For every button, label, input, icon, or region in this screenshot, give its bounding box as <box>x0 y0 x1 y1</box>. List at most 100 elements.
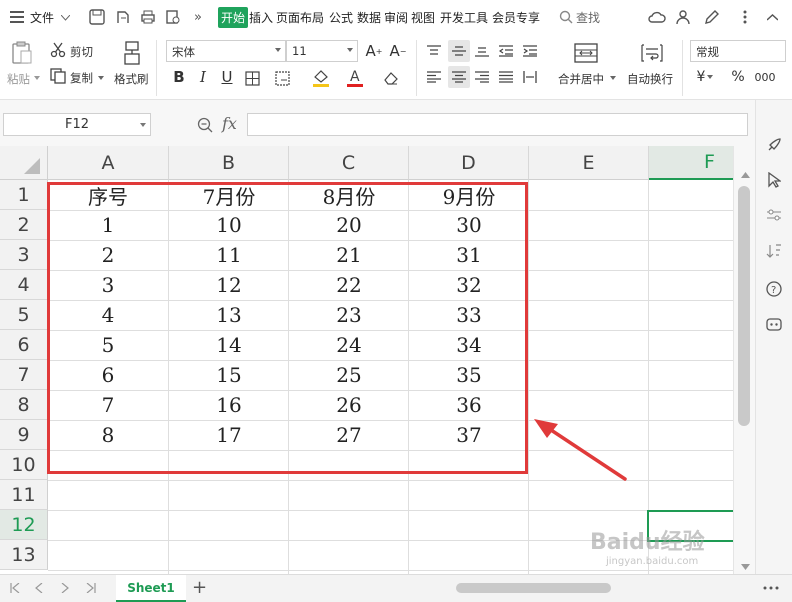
prev-sheet-icon[interactable] <box>32 581 46 595</box>
help-icon[interactable]: ? <box>765 280 783 298</box>
row-header-10[interactable]: 10 <box>0 450 48 480</box>
rocket-icon[interactable] <box>765 136 783 154</box>
increase-indent-icon[interactable] <box>520 40 540 62</box>
assistant-icon[interactable] <box>765 316 783 334</box>
cut-icon[interactable] <box>50 42 66 58</box>
print-icon[interactable] <box>139 8 157 26</box>
column-header-a[interactable]: A <box>48 146 169 180</box>
font-color-icon[interactable]: A <box>346 68 364 88</box>
horizontal-scrollbar[interactable] <box>422 579 738 597</box>
first-sheet-icon[interactable] <box>8 581 22 595</box>
align-right-icon[interactable] <box>472 66 492 88</box>
borders-icon[interactable] <box>244 70 260 86</box>
font-name-select[interactable]: 宋体 <box>166 40 286 62</box>
next-sheet-icon[interactable] <box>58 581 72 595</box>
decrease-indent-icon[interactable] <box>496 40 516 62</box>
paste-dropdown-icon[interactable] <box>34 75 40 81</box>
tab-formulas[interactable]: 公式 <box>329 9 353 26</box>
italic-icon[interactable]: I <box>192 66 214 88</box>
tab-member[interactable]: 会员专享 <box>492 9 540 26</box>
row-header-9[interactable]: 9 <box>0 420 48 450</box>
cloud-sync-icon[interactable] <box>648 9 666 25</box>
row-header-1[interactable]: 1 <box>0 180 48 210</box>
percent-button[interactable]: % <box>728 66 748 88</box>
tab-page-layout[interactable]: 页面布局 <box>276 9 324 26</box>
align-middle-icon[interactable] <box>448 40 470 62</box>
fx-icon[interactable]: fx <box>222 114 237 133</box>
sheet-tab-sheet1[interactable]: Sheet1 <box>116 575 186 602</box>
align-bottom-icon[interactable] <box>472 40 492 62</box>
print-preview-icon[interactable] <box>164 8 182 26</box>
paste-label[interactable]: 粘贴 <box>7 71 30 87</box>
tab-data[interactable]: 数据 <box>357 9 381 26</box>
row-header-3[interactable]: 3 <box>0 240 48 270</box>
sort-icon[interactable] <box>765 242 783 260</box>
column-header-b[interactable]: B <box>169 146 289 180</box>
currency-button[interactable]: ¥ <box>692 66 718 88</box>
column-header-d[interactable]: D <box>409 146 529 180</box>
edit-icon[interactable] <box>704 9 720 25</box>
distributed-align-icon[interactable] <box>520 66 540 88</box>
scroll-down-icon[interactable] <box>740 562 750 572</box>
tab-developer[interactable]: 开发工具 <box>440 9 488 26</box>
name-box[interactable]: F12 <box>3 113 151 136</box>
hamburger-menu-icon[interactable] <box>10 10 24 24</box>
wrap-text-label[interactable]: 自动换行 <box>627 71 673 87</box>
bold-icon[interactable]: B <box>168 66 190 88</box>
cursor-icon[interactable] <box>765 171 783 189</box>
row-header-6[interactable]: 6 <box>0 330 48 360</box>
row-header-11[interactable]: 11 <box>0 480 48 510</box>
merge-center-label[interactable]: 合并居中 <box>558 71 604 87</box>
merge-dropdown-icon[interactable] <box>610 75 616 81</box>
collapse-ribbon-icon[interactable] <box>766 12 778 22</box>
row-header-13[interactable]: 13 <box>0 540 48 570</box>
vertical-scroll-thumb[interactable] <box>738 186 750 426</box>
horizontal-scroll-thumb[interactable] <box>456 583 611 593</box>
search-label[interactable]: 查找 <box>576 9 600 26</box>
scroll-up-icon[interactable] <box>740 170 750 180</box>
more-chevron-icon[interactable]: » <box>192 10 204 25</box>
more-options-icon[interactable] <box>740 9 750 25</box>
increase-font-icon[interactable]: A + <box>364 40 384 62</box>
copy-label[interactable]: 复制 <box>70 70 93 86</box>
sliders-icon[interactable] <box>765 206 783 224</box>
format-painter-icon[interactable] <box>120 40 144 66</box>
number-format-select[interactable]: 常规 <box>690 40 786 62</box>
file-menu[interactable]: 文件 <box>30 9 54 26</box>
tab-review[interactable]: 审阅 <box>384 9 408 26</box>
cell-style-icon[interactable] <box>274 70 292 86</box>
formula-input[interactable] <box>247 113 748 136</box>
tab-view[interactable]: 视图 <box>411 9 435 26</box>
align-center-icon[interactable] <box>448 66 470 88</box>
spreadsheet-grid[interactable]: A B C D E F 1 2 3 4 5 6 7 8 9 10 11 12 13 序号 7月份 8月份 9月… <box>0 146 733 574</box>
row-header-12[interactable]: 12 <box>0 510 48 540</box>
user-share-icon[interactable] <box>676 9 692 25</box>
save-icon[interactable] <box>88 8 106 26</box>
cut-label[interactable]: 剪切 <box>70 44 93 60</box>
merge-center-icon[interactable] <box>574 42 598 64</box>
export-icon[interactable] <box>114 8 132 26</box>
row-header-2[interactable]: 2 <box>0 210 48 240</box>
search-icon[interactable] <box>559 10 573 24</box>
copy-dropdown-icon[interactable] <box>98 75 104 81</box>
paste-icon[interactable] <box>10 40 34 66</box>
align-left-icon[interactable] <box>424 66 444 88</box>
column-header-f[interactable]: F <box>649 146 733 180</box>
font-size-select[interactable]: 11 <box>286 40 358 62</box>
add-sheet-button[interactable]: + <box>192 577 207 598</box>
more-panels-icon[interactable] <box>762 583 780 593</box>
thousands-button[interactable]: 000 <box>752 66 778 88</box>
tab-insert[interactable]: 插入 <box>249 9 273 26</box>
copy-icon[interactable] <box>50 68 66 84</box>
underline-icon[interactable]: U <box>216 66 238 88</box>
row-header-8[interactable]: 8 <box>0 390 48 420</box>
wrap-text-icon[interactable] <box>640 42 664 64</box>
decrease-font-icon[interactable]: A − <box>388 40 408 62</box>
chevron-down-icon[interactable] <box>60 13 70 23</box>
row-header-7[interactable]: 7 <box>0 360 48 390</box>
select-all-corner[interactable] <box>0 146 48 180</box>
fill-color-icon[interactable] <box>312 68 330 88</box>
tab-home[interactable]: 开始 <box>218 7 249 28</box>
column-header-c[interactable]: C <box>289 146 409 180</box>
clear-format-icon[interactable] <box>382 70 400 86</box>
